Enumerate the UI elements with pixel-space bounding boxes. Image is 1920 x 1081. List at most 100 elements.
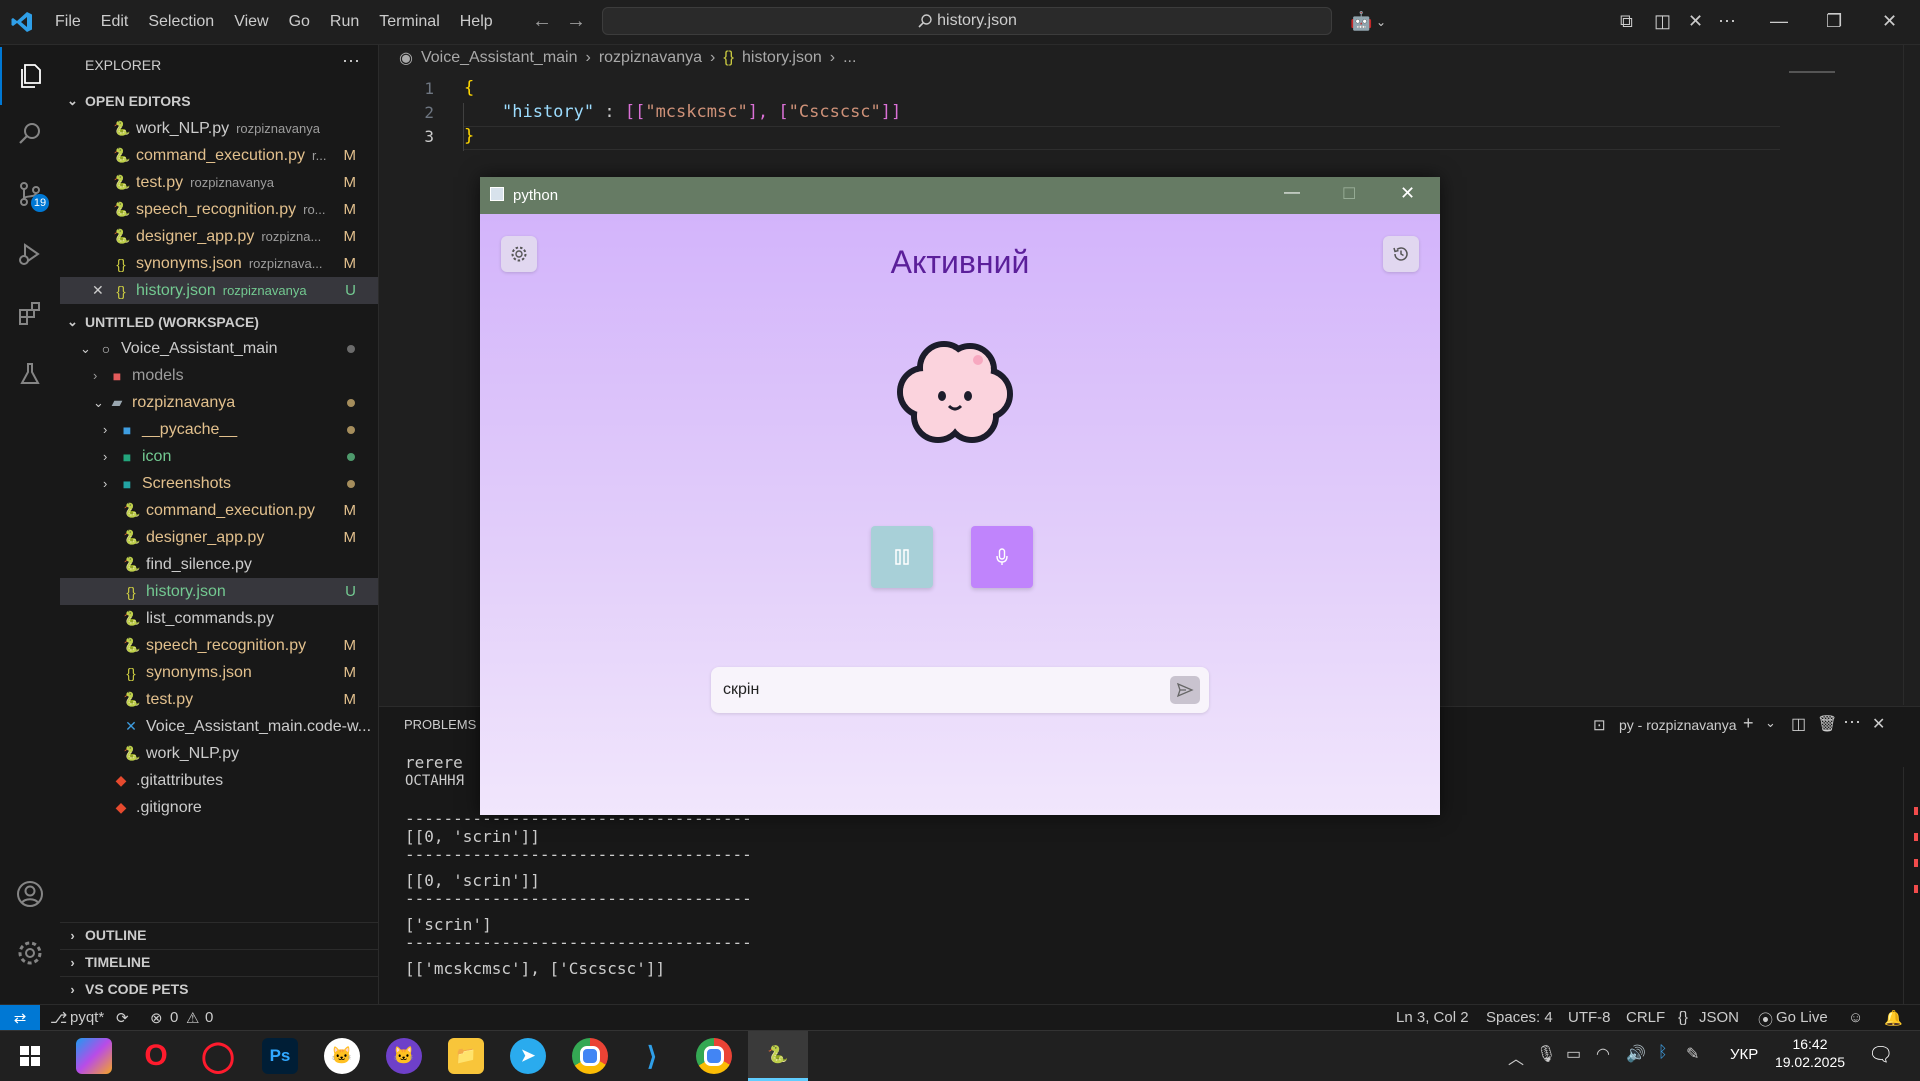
minimize-icon[interactable]: — <box>1284 184 1300 202</box>
copilot-icon[interactable]: 🤖 <box>1350 11 1372 32</box>
split-terminal-icon[interactable]: ◫ <box>1791 714 1806 734</box>
terminal-scrollbar[interactable] <box>1903 767 1920 1005</box>
menu-file[interactable]: File <box>45 13 91 31</box>
microphone-button[interactable] <box>971 526 1033 588</box>
github-icon[interactable]: 🐱 <box>324 1038 360 1074</box>
forward-arrow-icon[interactable]: → <box>566 10 586 33</box>
menu-terminal[interactable]: Terminal <box>369 13 449 31</box>
open-editor-item[interactable]: 🐍 designer_app.py rozpizna... M <box>60 223 378 250</box>
tree-item[interactable]: 🐍 test.py M <box>60 686 378 713</box>
language-mode[interactable]: JSON <box>1699 1009 1739 1026</box>
chevron-down-icon[interactable]: ⌄ <box>1765 715 1776 731</box>
manage-gear-icon[interactable] <box>0 924 60 982</box>
breadcrumb-item[interactable]: rozpiznavanya <box>599 49 702 67</box>
breadcrumb-item[interactable]: ... <box>843 49 856 67</box>
tree-item[interactable]: 🐍 command_execution.py M <box>60 497 378 524</box>
vscode-taskbar-icon[interactable]: ⟩ <box>634 1038 670 1074</box>
pause-button[interactable] <box>871 526 933 588</box>
tree-item[interactable]: › ■ icon <box>60 443 378 470</box>
tree-item[interactable]: 🐍 list_commands.py <box>60 605 378 632</box>
run-debug-icon[interactable] <box>0 225 60 283</box>
tree-item[interactable]: 🐍 work_NLP.py <box>60 740 378 767</box>
more-actions-icon[interactable]: ⋯ <box>342 51 360 72</box>
tree-item[interactable]: ⌄ ▰ rozpiznavanya <box>60 389 378 416</box>
git-branch[interactable]: pyqt* <box>70 1009 104 1026</box>
tree-item[interactable]: › ■ models <box>60 362 378 389</box>
open-editor-item[interactable]: {} synonyms.json rozpiznava... M <box>60 250 378 277</box>
close-window-icon[interactable]: ✕ <box>1882 11 1897 32</box>
cursor-position[interactable]: Ln 3, Col 2 <box>1396 1009 1469 1026</box>
split-editor-icon[interactable]: ◫ <box>1654 11 1671 32</box>
maximize-icon[interactable]: ☐ <box>1342 184 1356 204</box>
open-editor-item[interactable]: 🐍 speech_recognition.py ro... M <box>60 196 378 223</box>
send-button[interactable] <box>1170 676 1200 704</box>
python-window-titlebar[interactable]: python — ☐ ✕ <box>480 177 1440 214</box>
terminal-name[interactable]: py - rozpiznavanya <box>1619 717 1737 733</box>
opera-icon[interactable]: O <box>138 1038 174 1074</box>
workspace-header[interactable]: ⌄ UNTITLED (WORKSPACE) <box>60 310 378 334</box>
eol[interactable]: CRLF <box>1626 1009 1665 1026</box>
open-editor-item[interactable]: 🐍 command_execution.py r... M <box>60 142 378 169</box>
open-editor-item[interactable]: 🐍 work_NLP.py rozpiznavanya <box>60 115 378 142</box>
more-actions-icon[interactable]: ⋯ <box>1843 712 1861 733</box>
close-icon[interactable]: ✕ <box>92 282 113 299</box>
overview-ruler[interactable] <box>1903 45 1920 705</box>
sync-icon[interactable]: ⟳ <box>116 1009 129 1027</box>
remote-indicator-icon[interactable]: ⇄ <box>0 1005 40 1031</box>
testing-icon[interactable] <box>0 345 60 403</box>
tree-item[interactable]: 🐍 designer_app.py M <box>60 524 378 551</box>
code-area[interactable]: 1 2 3 { "history" : [["mcskcmsc"], ["Csc… <box>379 70 1780 180</box>
opera-gx-icon[interactable]: ◯ <box>200 1038 236 1074</box>
back-arrow-icon[interactable]: ← <box>532 10 552 33</box>
warning-count[interactable]: 0 <box>205 1009 213 1026</box>
search-icon[interactable] <box>0 105 60 163</box>
python-taskbar-item[interactable]: 🐍 <box>748 1031 808 1081</box>
tree-item[interactable]: ✕ Voice_Assistant_main.code-w... <box>60 713 378 740</box>
breadcrumb-item[interactable]: history.json <box>742 49 822 67</box>
command-center[interactable]: history.json <box>602 7 1332 35</box>
tree-item[interactable]: ◆ .gitattributes <box>60 767 378 794</box>
bluetooth-icon[interactable]: ᛒ <box>1658 1044 1668 1062</box>
menu-run[interactable]: Run <box>320 13 369 31</box>
photoshop-icon[interactable]: Ps <box>262 1038 298 1074</box>
open-editors-header[interactable]: ⌄ OPEN EDITORS <box>60 89 378 113</box>
accounts-icon[interactable] <box>0 865 60 923</box>
layout-panel-icon[interactable]: ⧉ <box>1620 11 1633 32</box>
indentation[interactable]: Spaces: 4 <box>1486 1009 1553 1026</box>
notification-center-icon[interactable]: 🗨 <box>1868 1042 1893 1067</box>
go-live[interactable]: Go Live <box>1776 1009 1828 1026</box>
breadcrumb-item[interactable]: Voice_Assistant_main <box>421 49 578 67</box>
telegram-icon[interactable]: ➤ <box>510 1038 546 1074</box>
menu-edit[interactable]: Edit <box>91 13 139 31</box>
tree-item[interactable]: ◆ .gitignore <box>60 794 378 821</box>
encoding[interactable]: UTF-8 <box>1568 1009 1611 1026</box>
history-button[interactable] <box>1383 236 1419 272</box>
more-actions-icon[interactable]: ⋯ <box>1718 11 1736 32</box>
volume-icon[interactable]: 🔊 <box>1626 1044 1646 1064</box>
minimize-icon[interactable]: — <box>1770 11 1788 32</box>
tree-item-selected[interactable]: {} history.json U <box>60 578 378 605</box>
menu-go[interactable]: Go <box>279 13 320 31</box>
tree-item[interactable]: › ■ Screenshots <box>60 470 378 497</box>
clock[interactable]: 16:42 19.02.2025 <box>1770 1036 1850 1070</box>
notifications-bell-icon[interactable]: 🔔 <box>1884 1009 1903 1027</box>
tab-problems[interactable]: PROBLEMS <box>404 717 476 732</box>
close-editor-icon[interactable]: ✕ <box>1688 11 1703 32</box>
open-editor-item[interactable]: 🐍 test.py rozpiznavanya M <box>60 169 378 196</box>
source-control-icon[interactable] <box>0 165 60 223</box>
wifi-icon[interactable]: ◠ <box>1596 1044 1610 1064</box>
outline-header[interactable]: › OUTLINE <box>60 922 378 947</box>
open-editor-item-active[interactable]: ✕ {} history.json rozpiznavanya U <box>60 277 378 304</box>
new-terminal-plus-icon[interactable]: + <box>1743 713 1754 734</box>
tree-item[interactable]: 🐍 speech_recognition.py M <box>60 632 378 659</box>
trash-icon[interactable]: 🗑 <box>1817 714 1837 734</box>
minimap[interactable] <box>1789 71 1835 73</box>
chrome-profile-icon[interactable] <box>696 1038 732 1074</box>
extensions-icon[interactable] <box>0 285 60 343</box>
tree-item[interactable]: {} synonyms.json M <box>60 659 378 686</box>
chevron-down-icon[interactable]: ⌄ <box>1376 15 1386 29</box>
timeline-header[interactable]: › TIMELINE <box>60 949 378 974</box>
command-input[interactable] <box>711 667 1175 713</box>
file-explorer-icon[interactable]: 📁 <box>448 1038 484 1074</box>
battery-icon[interactable]: ▭ <box>1566 1044 1581 1064</box>
